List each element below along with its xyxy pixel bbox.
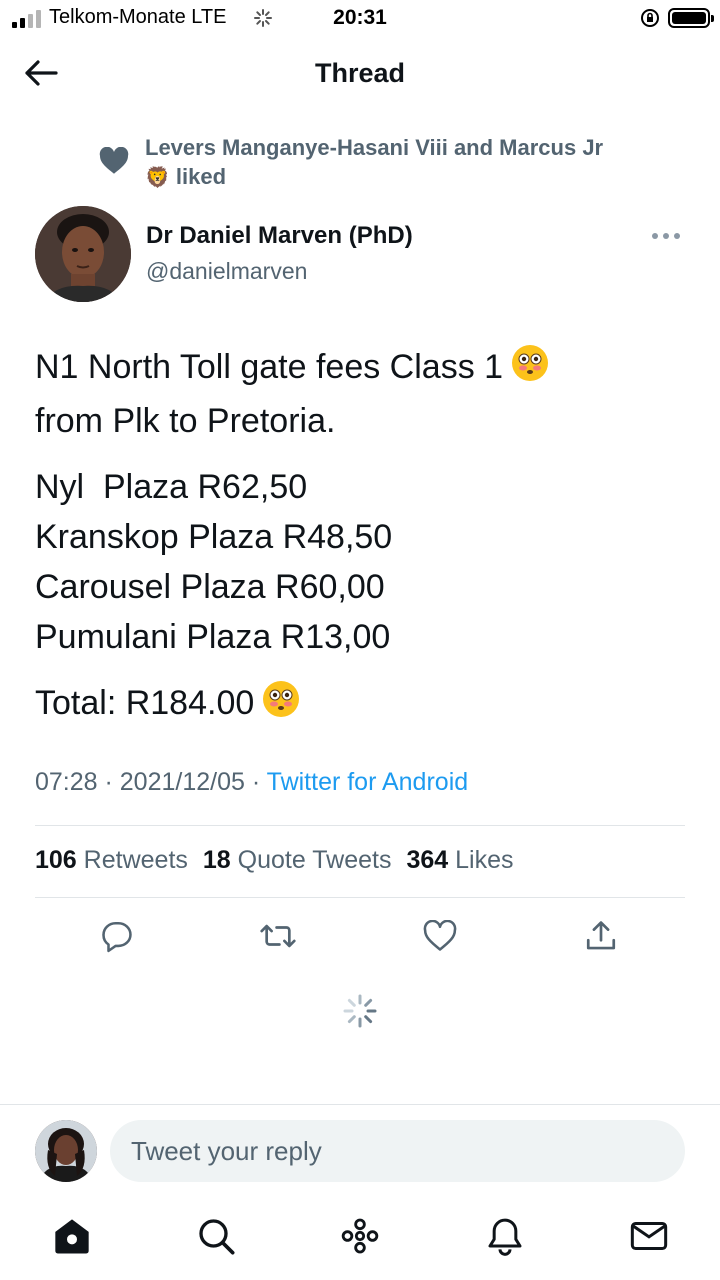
- liked-by-names: Levers Manganye-Hasani Viii and Marcus J…: [145, 135, 604, 160]
- tweet-total: Total: R184.00: [35, 684, 255, 722]
- messages-icon: [630, 1222, 668, 1250]
- share-icon: [586, 921, 616, 950]
- retweets-stat[interactable]: 106 Retweets: [35, 846, 188, 875]
- likes-stat[interactable]: 364 Likes: [406, 846, 513, 875]
- heart-icon: [99, 147, 129, 174]
- tab-notifications[interactable]: [483, 1214, 527, 1258]
- reply-bar: [0, 1104, 720, 1200]
- status-time: 20:31: [333, 6, 387, 29]
- lion-emoji: 🦁: [145, 167, 170, 189]
- more-options-button[interactable]: [652, 228, 688, 244]
- like-button[interactable]: [420, 916, 460, 956]
- tab-search[interactable]: [194, 1214, 238, 1258]
- divider: [35, 825, 685, 826]
- author-name[interactable]: Dr Daniel Marven (PhD): [146, 222, 413, 250]
- tweet-meta: 07:28 · 2021/12/05 · Twitter for Android: [35, 768, 468, 797]
- tweet-line-1: N1 North Toll gate fees Class 1: [35, 348, 504, 386]
- rotation-lock-icon: [641, 9, 659, 27]
- reply-button[interactable]: [97, 916, 137, 956]
- retweet-icon: [260, 924, 296, 948]
- tweet-source-link[interactable]: Twitter for Android: [267, 768, 468, 796]
- status-bar: Telkom-Monate LTE 20:31: [0, 0, 720, 40]
- toll-item: Carousel Plaza R60,00: [35, 568, 385, 606]
- meta-separator: ·: [244, 768, 267, 796]
- avatar-image: [35, 206, 131, 302]
- tweet-date: 2021/12/05: [119, 768, 245, 796]
- reply-icon: [102, 921, 132, 953]
- tweet-text: N1 North Toll gate fees Class 1 from Plk…: [35, 342, 685, 748]
- liked-label: liked: [175, 164, 227, 189]
- battery-icon: [668, 8, 714, 28]
- toll-list: Nyl Plaza R62,50 Kranskop Plaza R48,50 C…: [35, 462, 685, 662]
- reply-input[interactable]: [110, 1120, 685, 1182]
- heart-outline-icon: [423, 920, 457, 951]
- search-icon: [199, 1219, 235, 1255]
- page-title: Thread: [314, 58, 406, 88]
- tweet-actions: [0, 916, 720, 960]
- toll-item: Pumulani Plaza R13,00: [35, 618, 391, 656]
- tab-home[interactable]: [50, 1214, 94, 1258]
- top-header: Thread: [0, 48, 720, 98]
- tweet-time: 07:28: [35, 768, 98, 796]
- quote-tweets-stat[interactable]: 18 Quote Tweets: [203, 846, 392, 875]
- tab-messages[interactable]: [627, 1214, 671, 1258]
- spaces-icon: [341, 1218, 379, 1254]
- retweet-button[interactable]: [258, 916, 298, 956]
- home-icon: [55, 1219, 89, 1254]
- notifications-icon: [488, 1218, 522, 1256]
- divider: [35, 897, 685, 898]
- tweet-line-2: from Plk to Pretoria.: [35, 402, 336, 440]
- loading-spinner-icon: [343, 994, 377, 1028]
- bottom-tab-bar: [0, 1200, 720, 1280]
- flushed-face-emoji: [262, 680, 300, 732]
- current-user-avatar[interactable]: [35, 1120, 97, 1182]
- flushed-face-emoji: [511, 344, 549, 396]
- author-handle[interactable]: @danielmarven: [146, 258, 307, 285]
- avatar-image: [35, 1120, 97, 1182]
- toll-item: Kranskop Plaza R48,50: [35, 518, 393, 556]
- author-avatar[interactable]: [35, 206, 131, 302]
- tab-spaces[interactable]: [338, 1214, 382, 1258]
- tweet-stats: 106 Retweets 18 Quote Tweets 364 Likes: [35, 846, 514, 875]
- share-button[interactable]: [581, 916, 621, 956]
- toll-item: Nyl Plaza R62,50: [35, 468, 308, 506]
- meta-separator: ·: [97, 768, 120, 796]
